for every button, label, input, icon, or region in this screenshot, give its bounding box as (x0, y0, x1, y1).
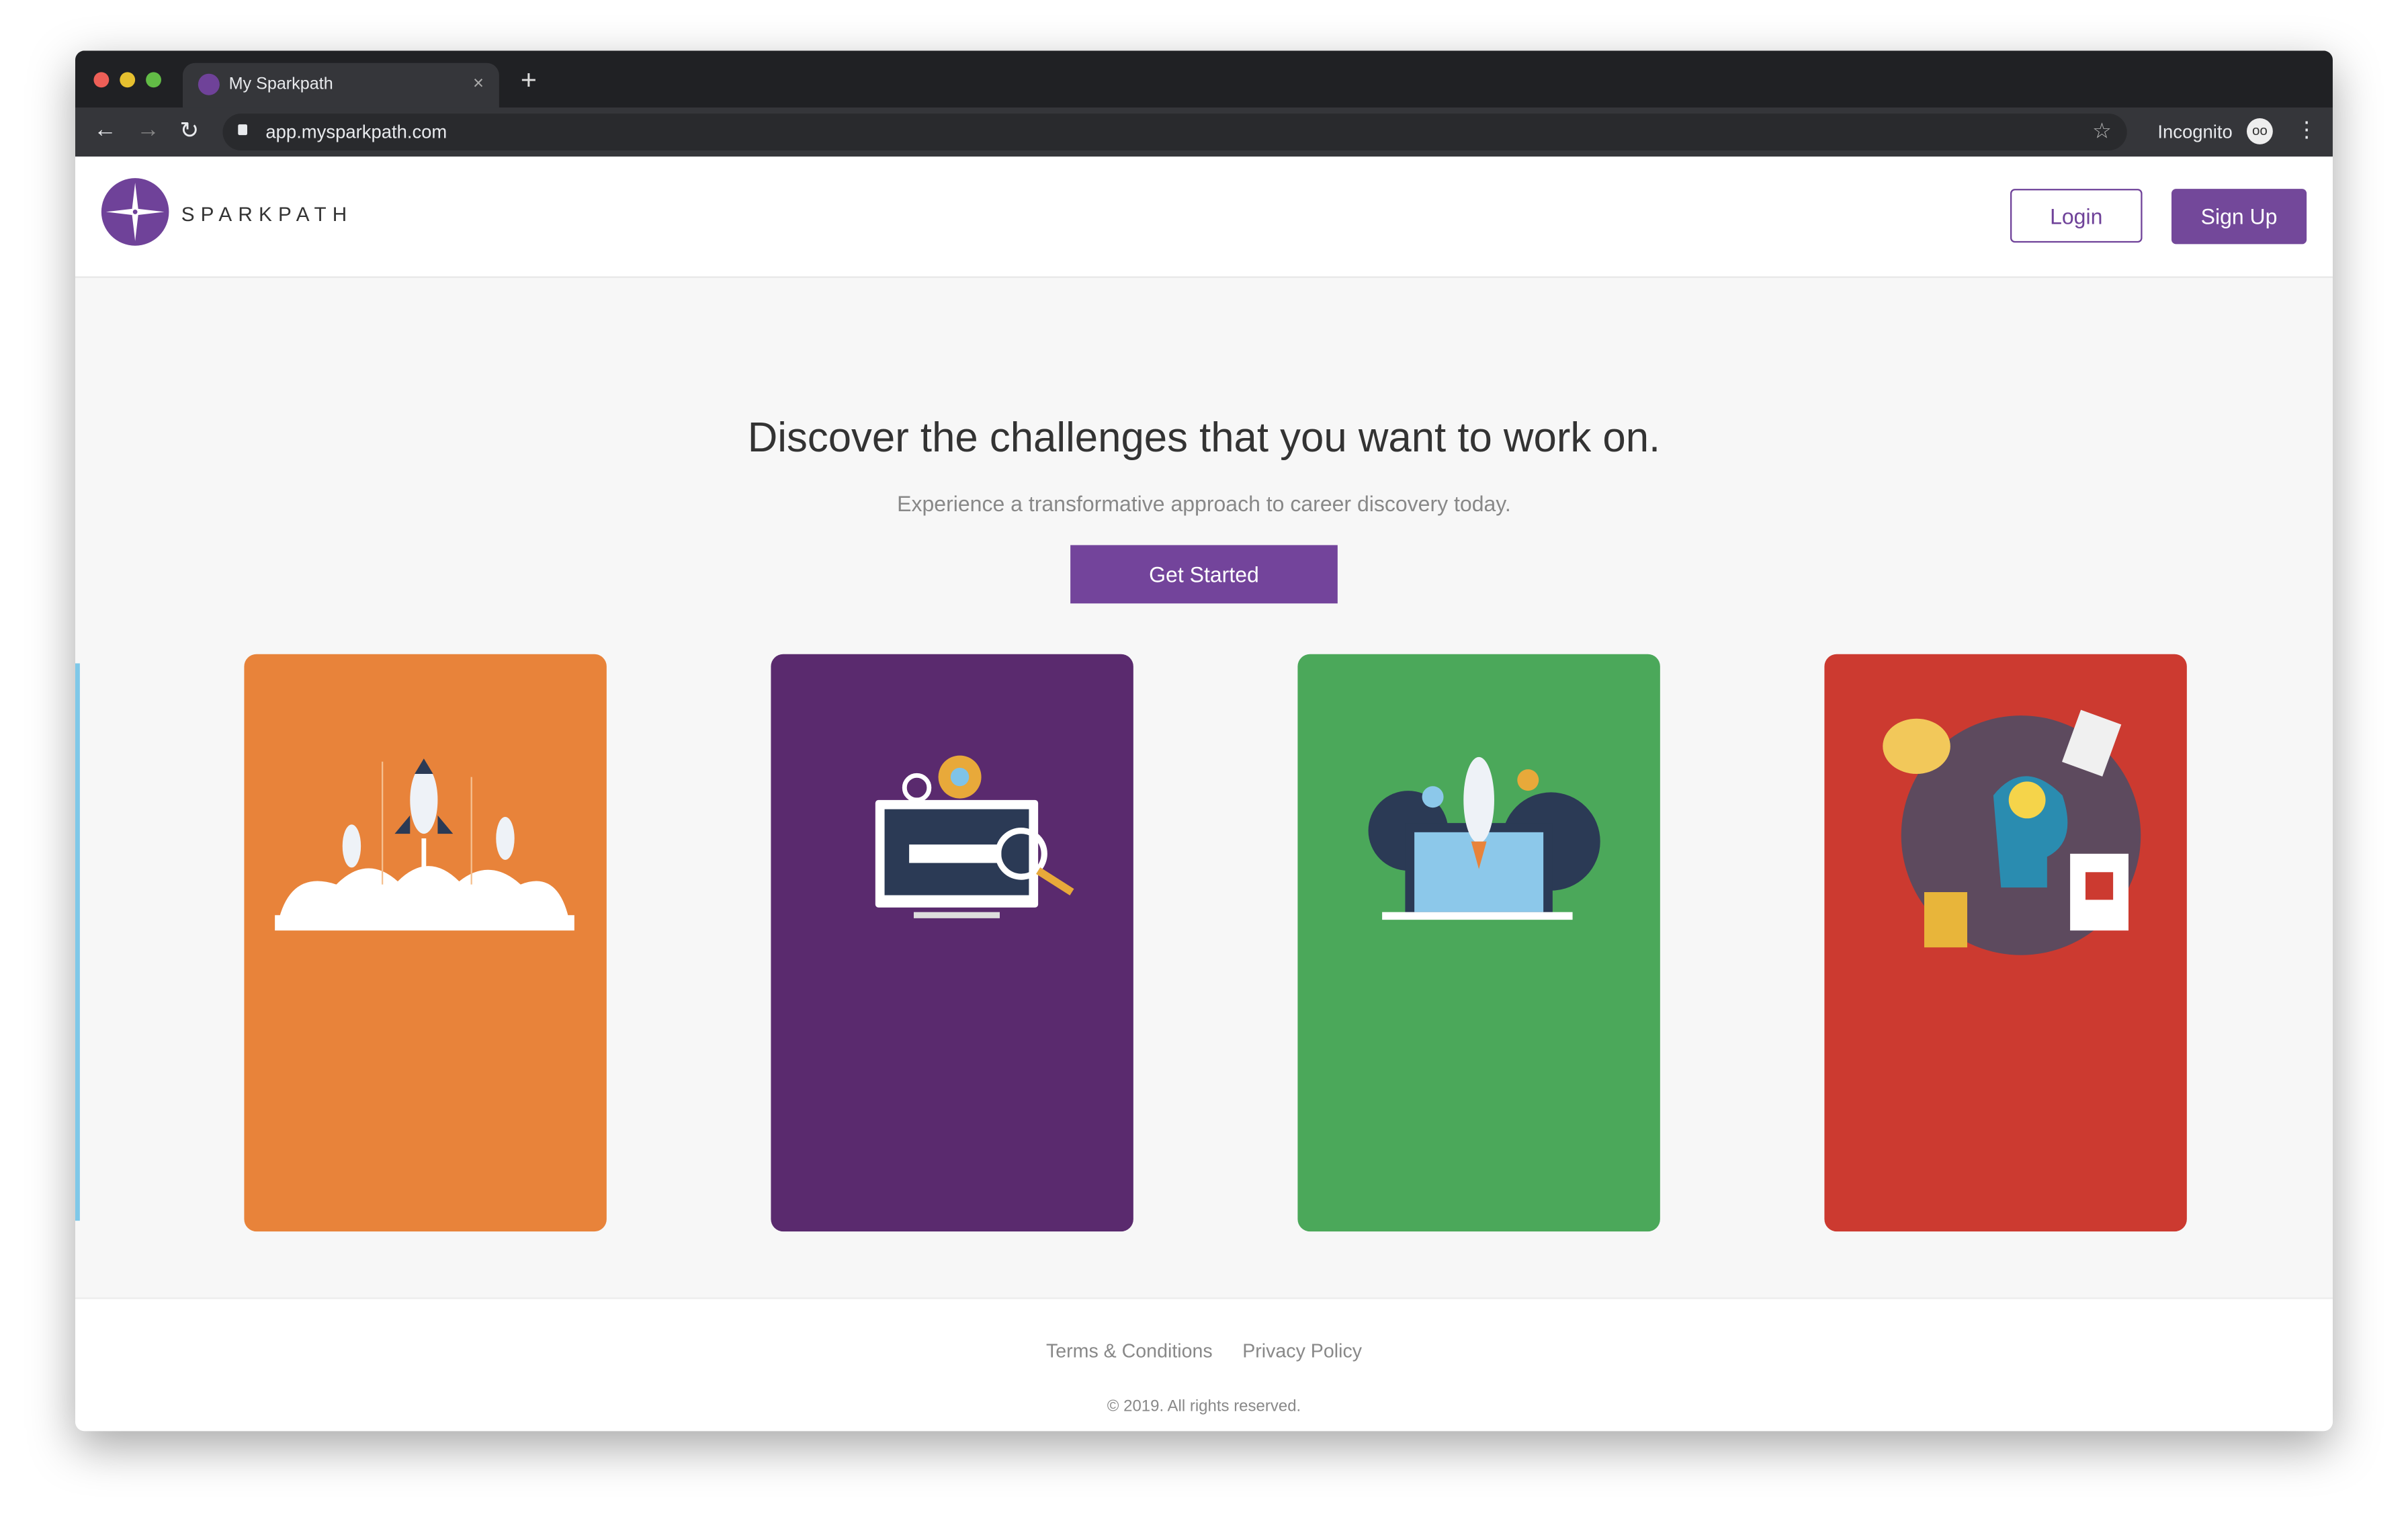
lock-icon (238, 124, 247, 136)
sparkpath-favicon-icon (198, 73, 220, 95)
tab-close-icon[interactable]: × (473, 72, 484, 93)
copyright-text: © 2019. All rights reserved. (1107, 1397, 1301, 1416)
address-bar[interactable]: app.mysparkpath.com ☆ (222, 114, 2127, 150)
brand-name[interactable]: SPARKPATH (181, 203, 353, 226)
rockets-launch-icon (275, 758, 574, 931)
challenge-card-laptop[interactable] (1297, 654, 1660, 1232)
laptop-rocket-icon (1368, 756, 1600, 920)
maximize-window-button[interactable] (146, 72, 161, 88)
terms-link[interactable]: Terms & Conditions (1046, 1340, 1213, 1362)
hero-title: Discover the challenges that you want to… (747, 414, 1661, 461)
tab-my-sparkpath[interactable]: My Sparkpath × (182, 62, 499, 107)
get-started-button[interactable]: Get Started (1070, 545, 1338, 604)
browser-toolbar: ← → ↻ app.mysparkpath.com ☆ Incognito oo… (75, 107, 2333, 157)
reload-icon[interactable]: ↻ (179, 117, 199, 144)
back-arrow-icon[interactable]: ← (93, 117, 116, 143)
hero-subtitle: Experience a transformative approach to … (897, 491, 1511, 516)
creative-mind-icon (1883, 709, 2141, 955)
new-tab-button[interactable]: + (521, 64, 537, 97)
site-header: SPARKPATH Login Sign Up (75, 157, 2333, 278)
carousel-partial-card (75, 663, 80, 1221)
url-text: app.mysparkpath.com (265, 121, 447, 143)
challenge-card-rockets[interactable] (244, 654, 607, 1232)
incognito-label: Incognito (2157, 121, 2233, 143)
incognito-icon[interactable]: oo (2246, 118, 2273, 144)
challenge-card-creative[interactable] (1824, 654, 2187, 1232)
site-footer: Terms & Conditions Privacy Policy © 2019… (75, 1297, 2333, 1432)
challenge-card-monitor[interactable] (771, 654, 1133, 1232)
bookmark-star-icon[interactable]: ☆ (2092, 118, 2112, 144)
tab-title: My Sparkpath (228, 75, 333, 94)
login-button[interactable]: Login (2010, 189, 2143, 243)
monitor-search-icon (875, 755, 1074, 918)
forward-arrow-icon[interactable]: → (136, 117, 159, 143)
browser-window: My Sparkpath × + ← → ↻ app.mysparkpath.c… (75, 50, 2333, 1432)
more-menu-icon[interactable]: ⋮ (2296, 117, 2317, 143)
tab-bar: My Sparkpath × + (75, 50, 2333, 107)
sparkpath-logo-icon[interactable] (101, 178, 169, 246)
close-window-button[interactable] (93, 72, 110, 88)
minimize-window-button[interactable] (120, 72, 136, 88)
privacy-policy-link[interactable]: Privacy Policy (1242, 1340, 1362, 1362)
sign-up-button[interactable]: Sign Up (2171, 189, 2307, 245)
